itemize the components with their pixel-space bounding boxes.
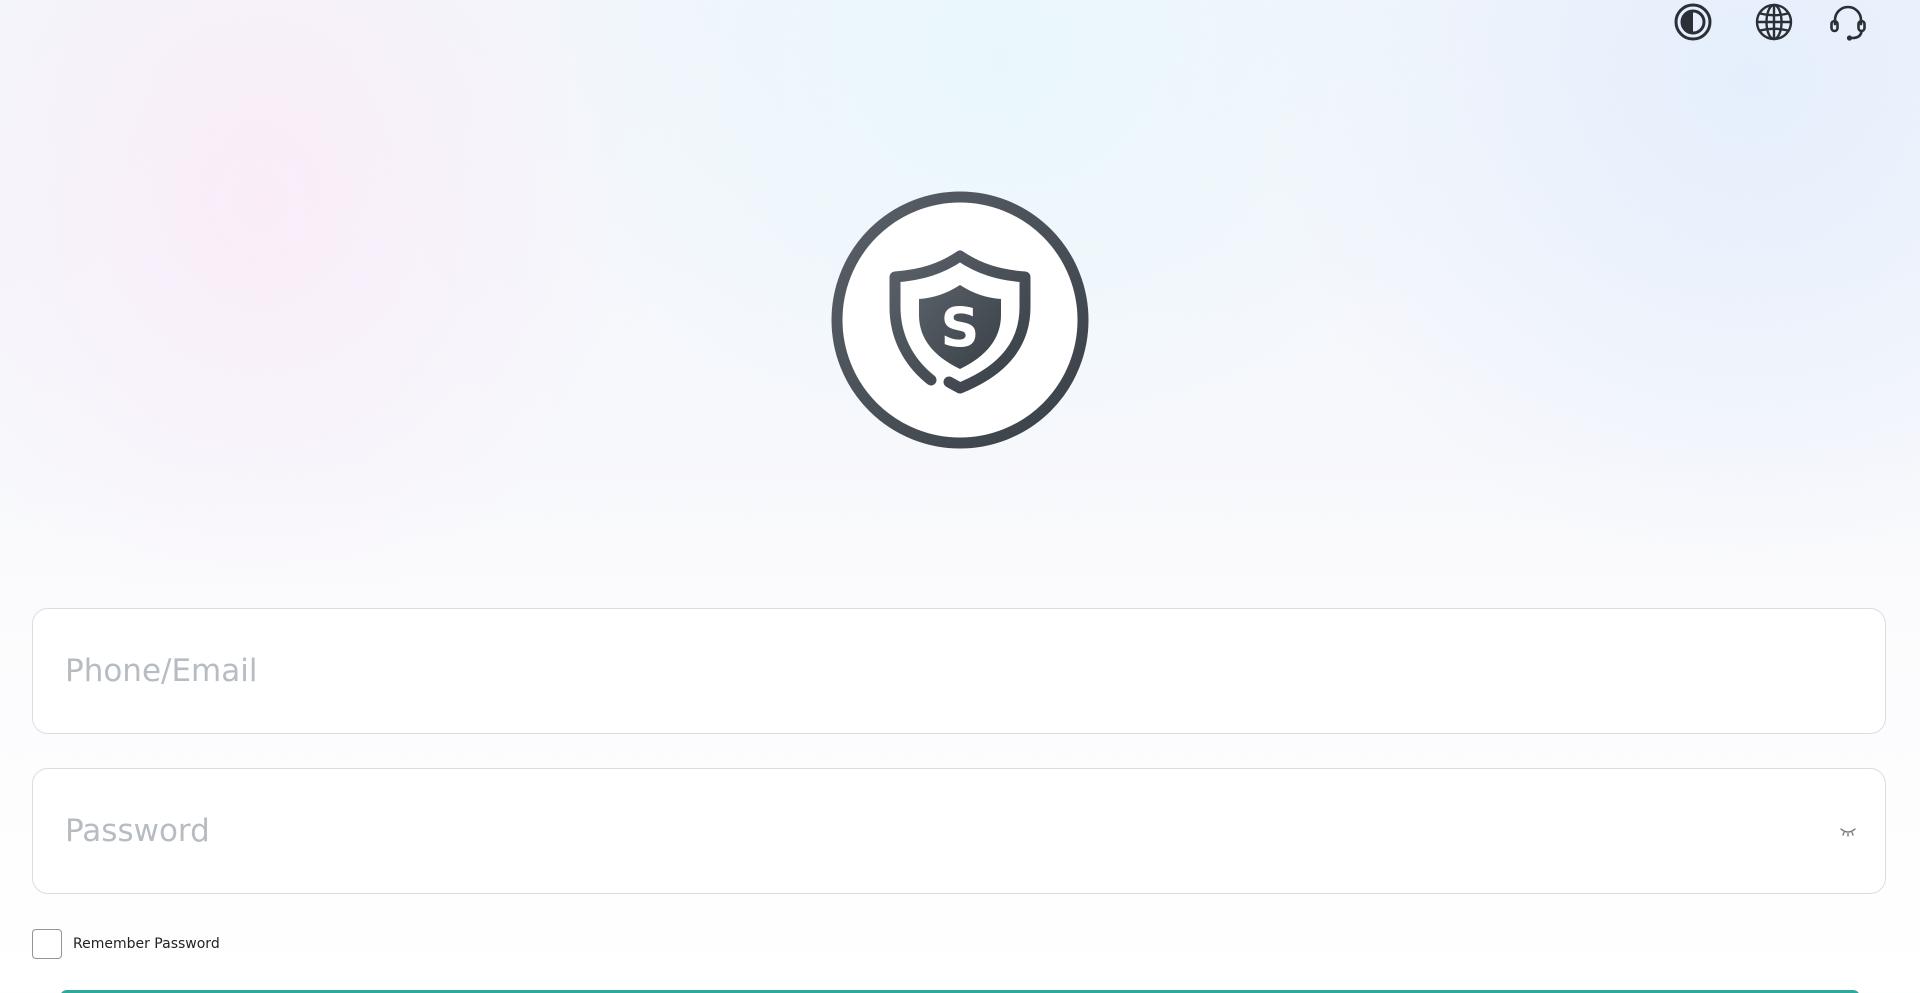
phone-email-input[interactable] — [65, 609, 1825, 733]
remember-password[interactable]: Remember Password — [32, 928, 220, 960]
globe-icon — [1755, 3, 1793, 41]
svg-text:S: S — [941, 296, 980, 359]
contrast-icon — [1674, 3, 1712, 41]
app-logo: S — [831, 191, 1089, 449]
headset-icon — [1830, 5, 1866, 41]
remember-password-label: Remember Password — [73, 936, 220, 952]
theme-toggle-button[interactable] — [1673, 2, 1713, 42]
support-button[interactable] — [1828, 2, 1868, 42]
language-button[interactable] — [1754, 2, 1794, 42]
top-actions — [1670, 0, 1920, 44]
password-input[interactable] — [65, 769, 1825, 893]
remember-password-checkbox[interactable] — [32, 929, 62, 959]
password-field — [32, 768, 1886, 894]
shield-s-logo-icon: S — [831, 191, 1089, 449]
phone-email-field — [32, 608, 1886, 734]
password-visibility-toggle[interactable] — [1839, 825, 1857, 839]
eye-closed-icon — [1840, 828, 1856, 837]
